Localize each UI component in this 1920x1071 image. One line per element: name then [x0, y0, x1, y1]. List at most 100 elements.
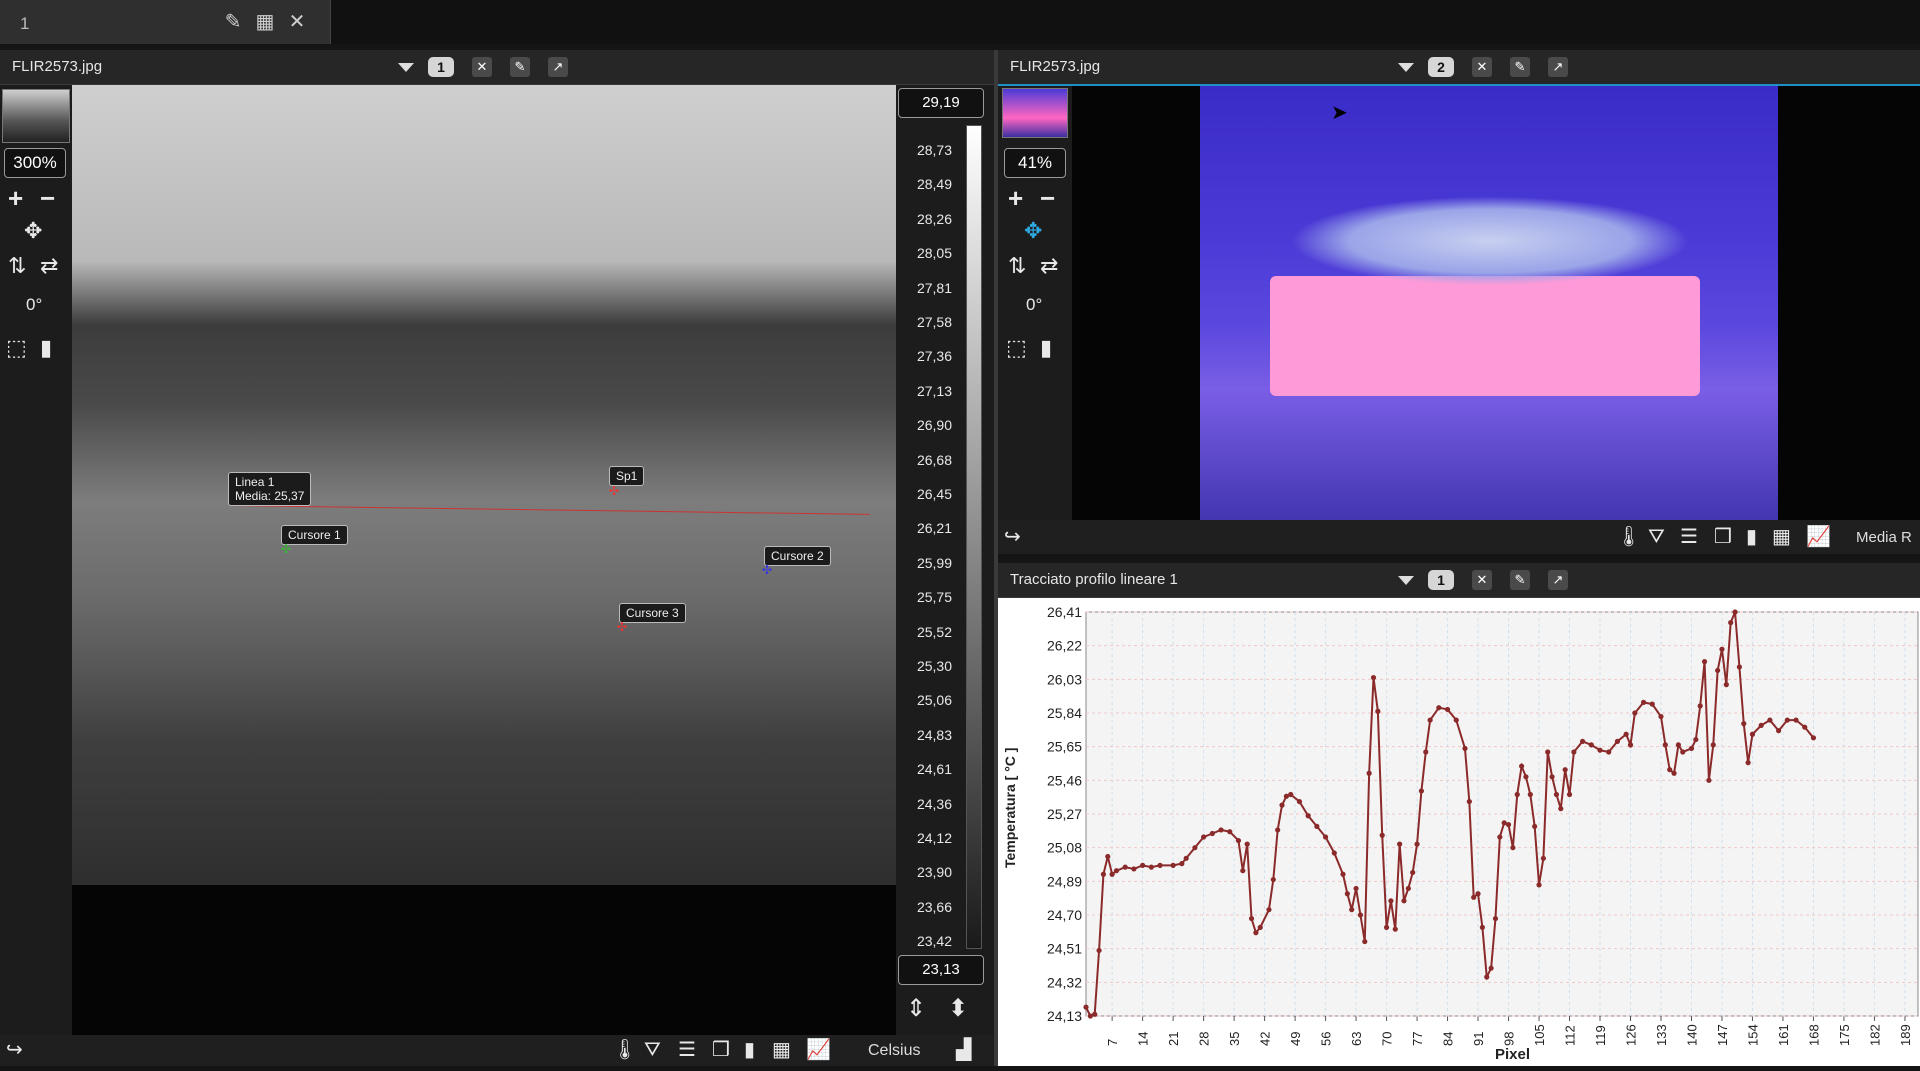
- palette-icon[interactable]: ▮: [1746, 525, 1757, 549]
- flip-horizontal-icon[interactable]: ⇄: [1040, 253, 1058, 279]
- close-pane-button[interactable]: ✕: [1472, 57, 1492, 77]
- cursor2-marker-icon[interactable]: ✣: [762, 563, 772, 577]
- zoom-in-icon[interactable]: +: [1008, 183, 1023, 214]
- fit-to-window-icon[interactable]: ✥: [1024, 218, 1042, 244]
- chart-icon[interactable]: 📈: [806, 1038, 831, 1062]
- scale-min-value[interactable]: 23,13: [898, 955, 984, 985]
- scale-label: 28,73: [916, 142, 952, 158]
- profile-data-point: [1497, 834, 1503, 840]
- chart-icon[interactable]: 📈: [1806, 525, 1831, 549]
- spot1-label[interactable]: Sp1: [609, 466, 645, 486]
- left-thumbnail[interactable]: [2, 89, 70, 143]
- scale-label: 27,13: [916, 382, 952, 399]
- cursor3-marker-icon[interactable]: ✣: [617, 620, 627, 634]
- profile-data-point: [1658, 713, 1664, 720]
- profile-data-point: [1510, 845, 1516, 851]
- thermometer-icon[interactable]: 🌡: [612, 1038, 637, 1062]
- scale-auto-icon[interactable]: ⬍: [948, 997, 968, 1021]
- cursor2-label[interactable]: Cursore 2: [764, 546, 831, 566]
- detach-pane-button[interactable]: ↗: [1548, 570, 1568, 590]
- line1-label[interactable]: Linea 1 Media: 25,37: [228, 472, 312, 506]
- profile-data-point: [1383, 924, 1390, 931]
- zoom-out-icon[interactable]: −: [1040, 183, 1055, 214]
- document-icon[interactable]: ▮: [1040, 335, 1052, 361]
- profile-chart-svg[interactable]: 7 14 21 28 35 42 49 56 63 70 77 84 91 98 105 112 119 126 1…: [998, 598, 1920, 1066]
- select-tool-icon[interactable]: ⬚: [6, 335, 27, 361]
- top-tab-bar: 1 ✎ ▦ ✕: [0, 0, 1920, 44]
- measure-mode-label[interactable]: Media R: [1856, 529, 1912, 546]
- cursor1-marker-icon[interactable]: ✣: [281, 542, 291, 556]
- chevron-down-icon[interactable]: [398, 63, 414, 72]
- flip-vertical-icon[interactable]: ⇅: [8, 253, 26, 279]
- close-pane-button[interactable]: ✕: [472, 57, 492, 77]
- profile-data-point: [1349, 907, 1355, 913]
- scale-label: 26,21: [916, 520, 952, 537]
- unit-label[interactable]: Celsius: [868, 1042, 920, 1060]
- flip-horizontal-icon[interactable]: ⇄: [40, 253, 58, 279]
- zoom-out-icon[interactable]: −: [40, 183, 55, 214]
- table-icon[interactable]: ▦: [1772, 525, 1791, 549]
- edit-pane-button[interactable]: ✎: [1510, 570, 1530, 590]
- x-tick-label: 63: [1349, 1032, 1364, 1046]
- scale-label: 25,30: [916, 658, 952, 674]
- fit-to-window-icon[interactable]: ✥: [24, 218, 42, 244]
- cursor3-label[interactable]: Cursore 3: [619, 603, 686, 623]
- scale-label: 27,36: [916, 348, 952, 365]
- close-pane-button[interactable]: ✕: [1472, 570, 1492, 590]
- right-rotation-value[interactable]: 0°: [1026, 295, 1042, 315]
- chevron-down-icon[interactable]: [1398, 63, 1414, 72]
- share-icon[interactable]: ↪: [1004, 525, 1021, 549]
- share-icon[interactable]: ↪: [6, 1038, 23, 1062]
- document-icon[interactable]: ▮: [40, 335, 52, 361]
- scale-fit-icon[interactable]: ⇕: [906, 997, 926, 1021]
- workspace-tab[interactable]: 1 ✎ ▦ ✕: [0, 0, 331, 44]
- chevron-down-icon[interactable]: [1398, 576, 1414, 585]
- x-tick-label: 7: [1105, 1039, 1120, 1046]
- thermometer-icon[interactable]: 🌡: [1616, 525, 1641, 549]
- left-zoom-level[interactable]: 300%: [4, 148, 66, 178]
- profile-data-point: [1697, 703, 1703, 709]
- profile-data-point: [1784, 717, 1790, 723]
- scale-label: 23,90: [916, 864, 952, 881]
- profile-data-point: [1305, 813, 1311, 819]
- profile-data-point: [1662, 742, 1668, 748]
- table-icon[interactable]: ▦: [772, 1038, 791, 1062]
- profile-data-point: [1505, 822, 1512, 828]
- profile-data-point: [1688, 745, 1695, 752]
- profile-data-point: [1523, 774, 1529, 780]
- left-tool-sidebar: 300% + − ✥ ⇅ ⇄ 0° ⬚ ▮: [0, 85, 72, 1035]
- left-rotation-value[interactable]: 0°: [26, 295, 42, 315]
- profile-data-point: [1640, 699, 1647, 705]
- zoom-in-icon[interactable]: +: [8, 183, 23, 214]
- profile-data-point: [1549, 774, 1555, 780]
- scale-label: 24,83: [916, 726, 952, 743]
- pencil-icon[interactable]: ✎: [222, 11, 244, 33]
- filter-icon[interactable]: ⛛: [644, 1038, 661, 1062]
- spot1-marker-icon[interactable]: ✣: [609, 484, 619, 498]
- sliders-icon[interactable]: ☰: [678, 1038, 696, 1062]
- right-thumbnail[interactable]: [1002, 88, 1068, 138]
- grid-icon[interactable]: ▦: [254, 11, 276, 33]
- color-bar[interactable]: [966, 125, 982, 949]
- right-zoom-level[interactable]: 41%: [1004, 148, 1066, 178]
- profile-data-point: [1597, 747, 1603, 753]
- profile-data-point: [1340, 871, 1346, 877]
- visual-photo[interactable]: [1200, 86, 1778, 520]
- thermal-image[interactable]: [72, 85, 896, 885]
- filter-icon[interactable]: ⛛: [1648, 525, 1665, 549]
- close-icon[interactable]: ✕: [286, 11, 308, 33]
- cube-icon[interactable]: ❒: [1714, 525, 1732, 549]
- palette-icon[interactable]: ▮: [744, 1038, 755, 1062]
- profile-data-point: [1566, 791, 1573, 798]
- scale-max-value[interactable]: 29,19: [898, 88, 984, 118]
- cube-icon[interactable]: ❒: [712, 1038, 730, 1062]
- x-tick-label: 161: [1776, 1024, 1791, 1046]
- detach-pane-button[interactable]: ↗: [548, 57, 568, 77]
- select-tool-icon[interactable]: ⬚: [1006, 335, 1027, 361]
- histogram-icon[interactable]: ▟: [956, 1038, 971, 1062]
- edit-pane-button[interactable]: ✎: [1510, 57, 1530, 77]
- detach-pane-button[interactable]: ↗: [1548, 57, 1568, 77]
- sliders-icon[interactable]: ☰: [1680, 525, 1698, 549]
- flip-vertical-icon[interactable]: ⇅: [1008, 253, 1026, 279]
- edit-pane-button[interactable]: ✎: [510, 57, 530, 77]
